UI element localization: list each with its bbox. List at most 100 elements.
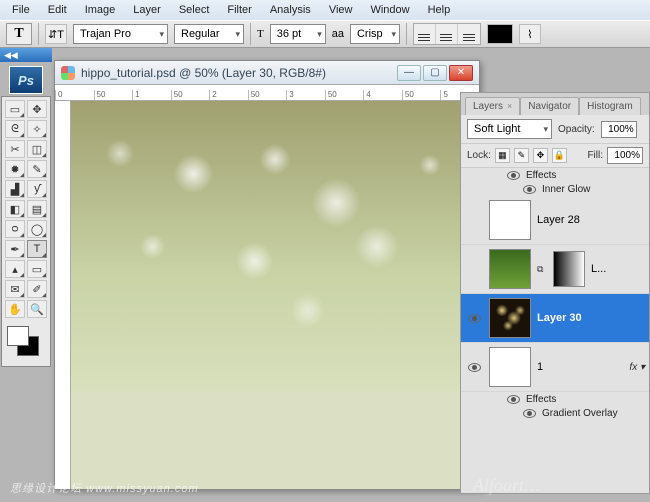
lasso-tool[interactable]: ᘓ bbox=[5, 120, 25, 138]
watermark: 思缘设计论坛 www.missyuan.com bbox=[10, 480, 199, 496]
foreground-color-swatch[interactable] bbox=[7, 326, 29, 346]
align-left-button[interactable] bbox=[414, 24, 436, 44]
layer-name[interactable]: Layer 28 bbox=[537, 214, 645, 226]
layer-row[interactable]: ⧉ L... bbox=[461, 245, 649, 294]
text-color-swatch[interactable] bbox=[487, 24, 513, 44]
effect-item[interactable]: Inner Glow bbox=[461, 183, 649, 196]
align-center-button[interactable] bbox=[436, 24, 458, 44]
layer-mask-thumbnail[interactable] bbox=[553, 251, 585, 287]
fx-badge[interactable]: fx ▾ bbox=[629, 362, 645, 373]
font-size-dropdown[interactable]: 36 pt bbox=[270, 24, 326, 44]
menu-file[interactable]: File bbox=[4, 2, 38, 18]
layers-panel: Layers× Navigator Histogram Soft Light O… bbox=[460, 92, 650, 494]
eye-icon[interactable] bbox=[507, 171, 520, 180]
effect-name: Inner Glow bbox=[542, 184, 590, 195]
lock-all-icon[interactable]: 🔒 bbox=[552, 148, 567, 163]
ruler-mark: 50 bbox=[325, 90, 364, 100]
font-family-dropdown[interactable]: Trajan Pro bbox=[73, 24, 168, 44]
eye-icon[interactable] bbox=[507, 395, 520, 404]
ruler-mark: 0 bbox=[55, 90, 94, 100]
fill-label: Fill: bbox=[587, 150, 603, 161]
pen-tool[interactable]: ✒ bbox=[5, 240, 25, 258]
type-tool[interactable]: T bbox=[27, 240, 47, 258]
lock-pixels-icon[interactable]: ✎ bbox=[514, 148, 529, 163]
marquee-tool[interactable]: ▭ bbox=[5, 100, 25, 118]
tab-navigator[interactable]: Navigator bbox=[520, 97, 579, 115]
document-titlebar[interactable]: hippo_tutorial.psd @ 50% (Layer 30, RGB/… bbox=[55, 61, 479, 85]
menu-help[interactable]: Help bbox=[420, 2, 459, 18]
clone-stamp-tool[interactable]: ▟ bbox=[5, 180, 25, 198]
menu-view[interactable]: View bbox=[321, 2, 361, 18]
canvas[interactable] bbox=[71, 101, 479, 489]
toolbox-grip[interactable]: ◀◀ bbox=[0, 48, 52, 62]
layers-list: Effects Inner Glow Layer 28 ⧉ L... Layer… bbox=[461, 168, 649, 493]
menu-analysis[interactable]: Analysis bbox=[262, 2, 319, 18]
vertical-ruler[interactable] bbox=[55, 101, 71, 489]
lock-position-icon[interactable]: ✥ bbox=[533, 148, 548, 163]
dodge-tool[interactable]: ◯ bbox=[27, 220, 47, 238]
history-brush-tool[interactable]: ƴ bbox=[27, 180, 47, 198]
move-tool[interactable]: ✥ bbox=[27, 100, 47, 118]
tab-histogram[interactable]: Histogram bbox=[579, 97, 641, 115]
divider bbox=[38, 23, 39, 45]
notes-tool[interactable]: ✉ bbox=[5, 280, 25, 298]
effects-row[interactable]: Effects bbox=[461, 168, 649, 183]
font-style-dropdown[interactable]: Regular bbox=[174, 24, 244, 44]
warp-text-button[interactable]: ⌇ bbox=[519, 24, 541, 44]
fill-input[interactable]: 100% bbox=[607, 147, 643, 164]
minimize-button[interactable]: — bbox=[397, 65, 421, 81]
menu-window[interactable]: Window bbox=[362, 2, 417, 18]
active-tool-icon[interactable]: T bbox=[6, 23, 32, 45]
layer-row[interactable]: Layer 30 bbox=[461, 294, 649, 343]
blend-mode-dropdown[interactable]: Soft Light bbox=[467, 119, 552, 139]
visibility-toggle[interactable] bbox=[465, 314, 483, 323]
horizontal-ruler[interactable]: 0 50 1 50 2 50 3 50 4 50 5 bbox=[55, 85, 479, 101]
opacity-input[interactable]: 100% bbox=[601, 121, 637, 138]
shape-tool[interactable]: ▭ bbox=[27, 260, 47, 278]
close-button[interactable]: ✕ bbox=[449, 65, 473, 81]
magic-wand-tool[interactable]: ✧ bbox=[27, 120, 47, 138]
close-icon[interactable]: × bbox=[507, 101, 512, 111]
menu-filter[interactable]: Filter bbox=[219, 2, 259, 18]
layer-thumbnail[interactable] bbox=[489, 200, 531, 240]
color-swatches[interactable] bbox=[5, 324, 43, 360]
layer-thumbnail[interactable] bbox=[489, 249, 531, 289]
photoshop-logo-icon: Ps bbox=[9, 66, 43, 94]
layer-row[interactable]: 1 fx ▾ bbox=[461, 343, 649, 392]
layer-name[interactable]: 1 bbox=[537, 361, 623, 373]
align-right-button[interactable] bbox=[458, 24, 480, 44]
eraser-tool[interactable]: ◧ bbox=[5, 200, 25, 218]
layer-name[interactable]: L... bbox=[591, 263, 645, 275]
eye-icon[interactable] bbox=[523, 409, 536, 418]
blur-tool[interactable]: ᴑ bbox=[5, 220, 25, 238]
effect-item[interactable]: Gradient Overlay bbox=[461, 407, 649, 420]
crop-tool[interactable]: ✂ bbox=[5, 140, 25, 158]
menu-select[interactable]: Select bbox=[171, 2, 218, 18]
layer-thumbnail[interactable] bbox=[489, 298, 531, 338]
lock-transparent-icon[interactable]: ▦ bbox=[495, 148, 510, 163]
eye-icon[interactable] bbox=[523, 185, 536, 194]
ruler-mark: 3 bbox=[286, 90, 325, 100]
antialias-dropdown[interactable]: Crisp bbox=[350, 24, 400, 44]
gradient-tool[interactable]: ▤ bbox=[27, 200, 47, 218]
menu-edit[interactable]: Edit bbox=[40, 2, 75, 18]
path-select-tool[interactable]: ▴ bbox=[5, 260, 25, 278]
zoom-tool[interactable]: 🔍 bbox=[27, 300, 47, 318]
menu-layer[interactable]: Layer bbox=[125, 2, 169, 18]
text-align-group bbox=[413, 23, 481, 45]
brush-tool[interactable]: ✎ bbox=[27, 160, 47, 178]
hand-tool[interactable]: ✋ bbox=[5, 300, 25, 318]
slice-tool[interactable]: ◫ bbox=[27, 140, 47, 158]
text-orientation-toggle[interactable]: ⇵T bbox=[45, 24, 67, 44]
eyedropper-tool[interactable]: ✐ bbox=[27, 280, 47, 298]
layer-row[interactable]: Layer 28 bbox=[461, 196, 649, 245]
menu-bar: File Edit Image Layer Select Filter Anal… bbox=[0, 0, 650, 20]
menu-image[interactable]: Image bbox=[77, 2, 124, 18]
tab-layers[interactable]: Layers× bbox=[465, 97, 520, 115]
layer-name[interactable]: Layer 30 bbox=[537, 312, 645, 324]
maximize-button[interactable]: ▢ bbox=[423, 65, 447, 81]
visibility-toggle[interactable] bbox=[465, 363, 483, 372]
healing-brush-tool[interactable]: ✹ bbox=[5, 160, 25, 178]
effects-row[interactable]: Effects bbox=[461, 392, 649, 407]
layer-thumbnail[interactable] bbox=[489, 347, 531, 387]
